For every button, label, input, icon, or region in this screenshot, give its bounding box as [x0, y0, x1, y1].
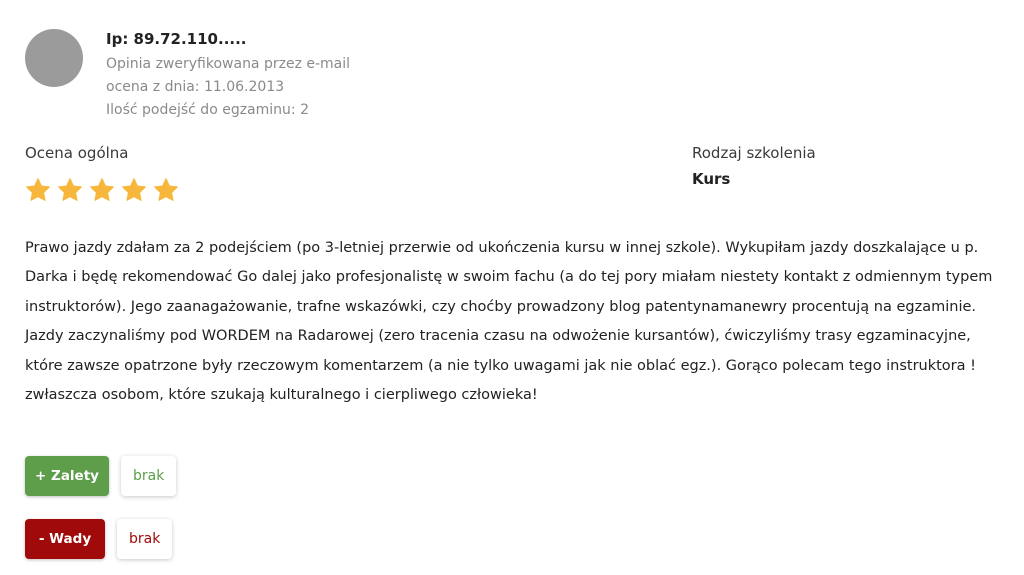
cons-button[interactable]: - Wady	[25, 519, 105, 559]
star-icon	[122, 178, 146, 201]
pros-row: + Zalety brak	[25, 456, 177, 496]
star-rating	[25, 177, 179, 203]
pros-value: brak	[121, 456, 177, 496]
review-date: ocena z dnia: 11.06.2013	[106, 79, 285, 95]
pros-button[interactable]: + Zalety	[25, 456, 109, 496]
star-icon	[90, 178, 114, 201]
training-type-label: Rodzaj szkolenia	[692, 144, 816, 162]
reviewer-ip: Ip: 89.72.110.....	[106, 30, 247, 48]
review-text: Prawo jazdy zdałam za 2 podejściem (po 3…	[25, 240, 993, 404]
cons-value: brak	[117, 519, 173, 559]
cons-row: - Wady brak	[25, 519, 173, 559]
verified-note: Opinia zweryfikowana przez e-mail	[106, 56, 351, 72]
overall-rating-label: Ocena ogólna	[25, 144, 129, 162]
avatar	[25, 29, 83, 87]
star-icon	[26, 178, 50, 201]
training-type-value: Kurs	[692, 170, 731, 188]
star-icon	[58, 178, 82, 201]
star-icon	[154, 178, 178, 201]
exam-attempts: Ilość podejść do egzaminu: 2	[106, 102, 309, 118]
